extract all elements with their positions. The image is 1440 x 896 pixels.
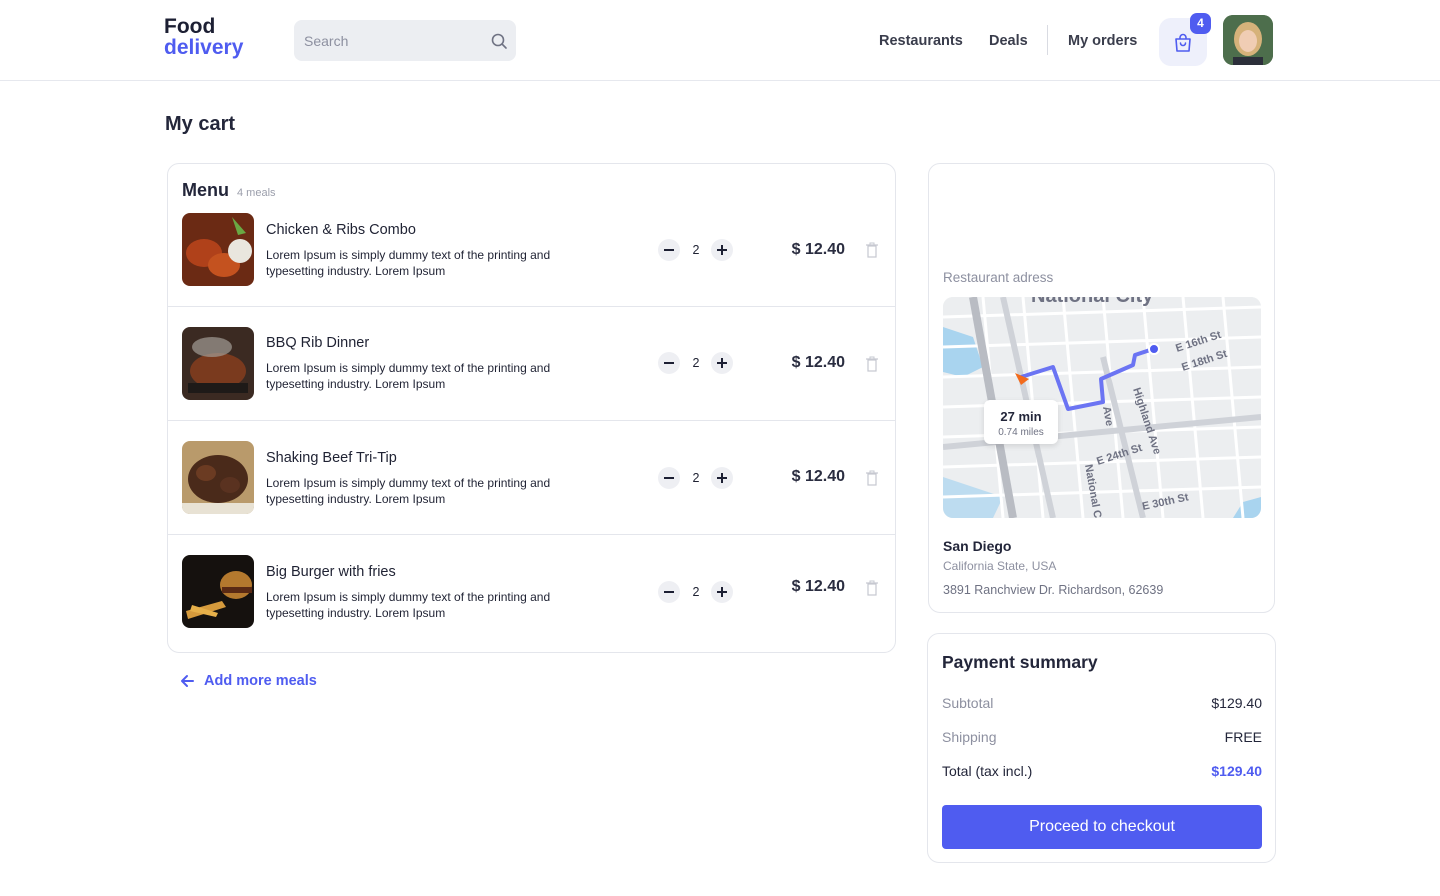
item-quantity: 2 [692,471,700,485]
address-label: Restaurant adress [943,270,1054,285]
page-title: My cart [165,113,236,135]
shipping-row: Shipping FREE [942,729,1262,745]
subtotal-value: $129.40 [1211,695,1262,711]
subtotal-row: Subtotal $129.40 [942,695,1262,711]
item-description: Lorem Ipsum is simply dummy text of the … [266,361,551,391]
decrease-quantity-button[interactable] [658,581,680,603]
nav-deals[interactable]: Deals [989,0,1028,81]
route-map[interactable]: National City E 16th St E 18th St Highla… [943,297,1261,518]
eta-time: 27 min [1000,409,1042,424]
trash-icon[interactable] [865,356,879,372]
address-state: California State, USA [943,559,1057,573]
item-description: Lorem Ipsum is simply dummy text of the … [266,248,551,278]
arrow-left-icon [181,675,194,687]
item-photo [182,555,254,628]
map-label-national-city: National City [1031,297,1154,307]
trash-icon[interactable] [865,470,879,486]
logo-word-food: Food [164,15,216,38]
add-more-meals-link[interactable]: Add more meals [180,673,317,689]
cart-item-row: Big Burger with fries Lorem Ipsum is sim… [168,535,895,652]
cart-item-row: BBQ Rib Dinner Lorem Ipsum is simply dum… [168,307,895,421]
search-input[interactable] [294,20,516,61]
cart-count-badge: 4 [1190,13,1211,34]
subtotal-label: Subtotal [942,695,994,711]
address-street: 3891 Ranchview Dr. Richardson, 62639 [943,583,1164,597]
shopping-bag-icon [1175,33,1191,52]
item-name: Chicken & Ribs Combo [266,222,416,238]
restaurant-address-card: Restaurant adress E 16th St E 18th St Hi… [928,163,1275,613]
menu-card: Menu 4 meals Chicken & Ribs Combo Lorem … [167,163,896,653]
increase-quantity-button[interactable] [711,239,733,261]
nav-divider [1047,25,1048,55]
item-name: BBQ Rib Dinner [266,335,370,351]
total-label: Total (tax incl.) [942,763,1033,779]
shipping-value: FREE [1224,729,1262,745]
search-box [294,20,516,61]
nav-my-orders[interactable]: My orders [1068,0,1137,81]
eta-tooltip: 27 min 0.74 miles [984,400,1058,444]
item-price: $ 12.40 [791,468,845,485]
item-photo [182,213,254,286]
shipping-label: Shipping [942,729,997,745]
top-header: Food delivery Restaurants Deals My order… [0,0,1440,81]
address-city: San Diego [943,538,1012,554]
total-row: Total (tax incl.) $129.40 [942,763,1262,779]
decrease-quantity-button[interactable] [658,467,680,489]
item-description: Lorem Ipsum is simply dummy text of the … [266,590,551,620]
add-more-meals-label: Add more meals [204,673,317,689]
item-quantity: 2 [692,585,700,599]
avatar-photo [1223,15,1273,65]
item-description: Lorem Ipsum is simply dummy text of the … [266,476,551,506]
logo[interactable]: Food delivery [164,16,243,58]
proceed-to-checkout-button[interactable]: Proceed to checkout [942,805,1262,849]
search-icon[interactable] [490,32,508,50]
item-name: Shaking Beef Tri-Tip [266,450,397,466]
nav-restaurants[interactable]: Restaurants [879,0,963,81]
user-avatar[interactable] [1223,15,1273,65]
item-name: Big Burger with fries [266,564,396,580]
item-quantity: 2 [692,243,700,257]
item-photo [182,327,254,400]
logo-word-delivery: delivery [164,36,244,59]
eta-distance: 0.74 miles [998,427,1044,438]
item-quantity: 2 [692,356,700,370]
item-price: $ 12.40 [791,241,845,258]
item-price: $ 12.40 [791,354,845,371]
cart-item-row: Chicken & Ribs Combo Lorem Ipsum is simp… [168,164,895,307]
item-photo [182,441,254,514]
total-value: $129.40 [1211,763,1262,779]
item-price: $ 12.40 [791,578,845,595]
decrease-quantity-button[interactable] [658,239,680,261]
trash-icon[interactable] [865,580,879,596]
increase-quantity-button[interactable] [711,352,733,374]
decrease-quantity-button[interactable] [658,352,680,374]
trash-icon[interactable] [865,242,879,258]
increase-quantity-button[interactable] [711,581,733,603]
payment-summary-title: Payment summary [942,652,1098,672]
payment-summary-card: Payment summary Subtotal $129.40 Shippin… [927,633,1276,863]
cart-item-row: Shaking Beef Tri-Tip Lorem Ipsum is simp… [168,421,895,535]
increase-quantity-button[interactable] [711,467,733,489]
